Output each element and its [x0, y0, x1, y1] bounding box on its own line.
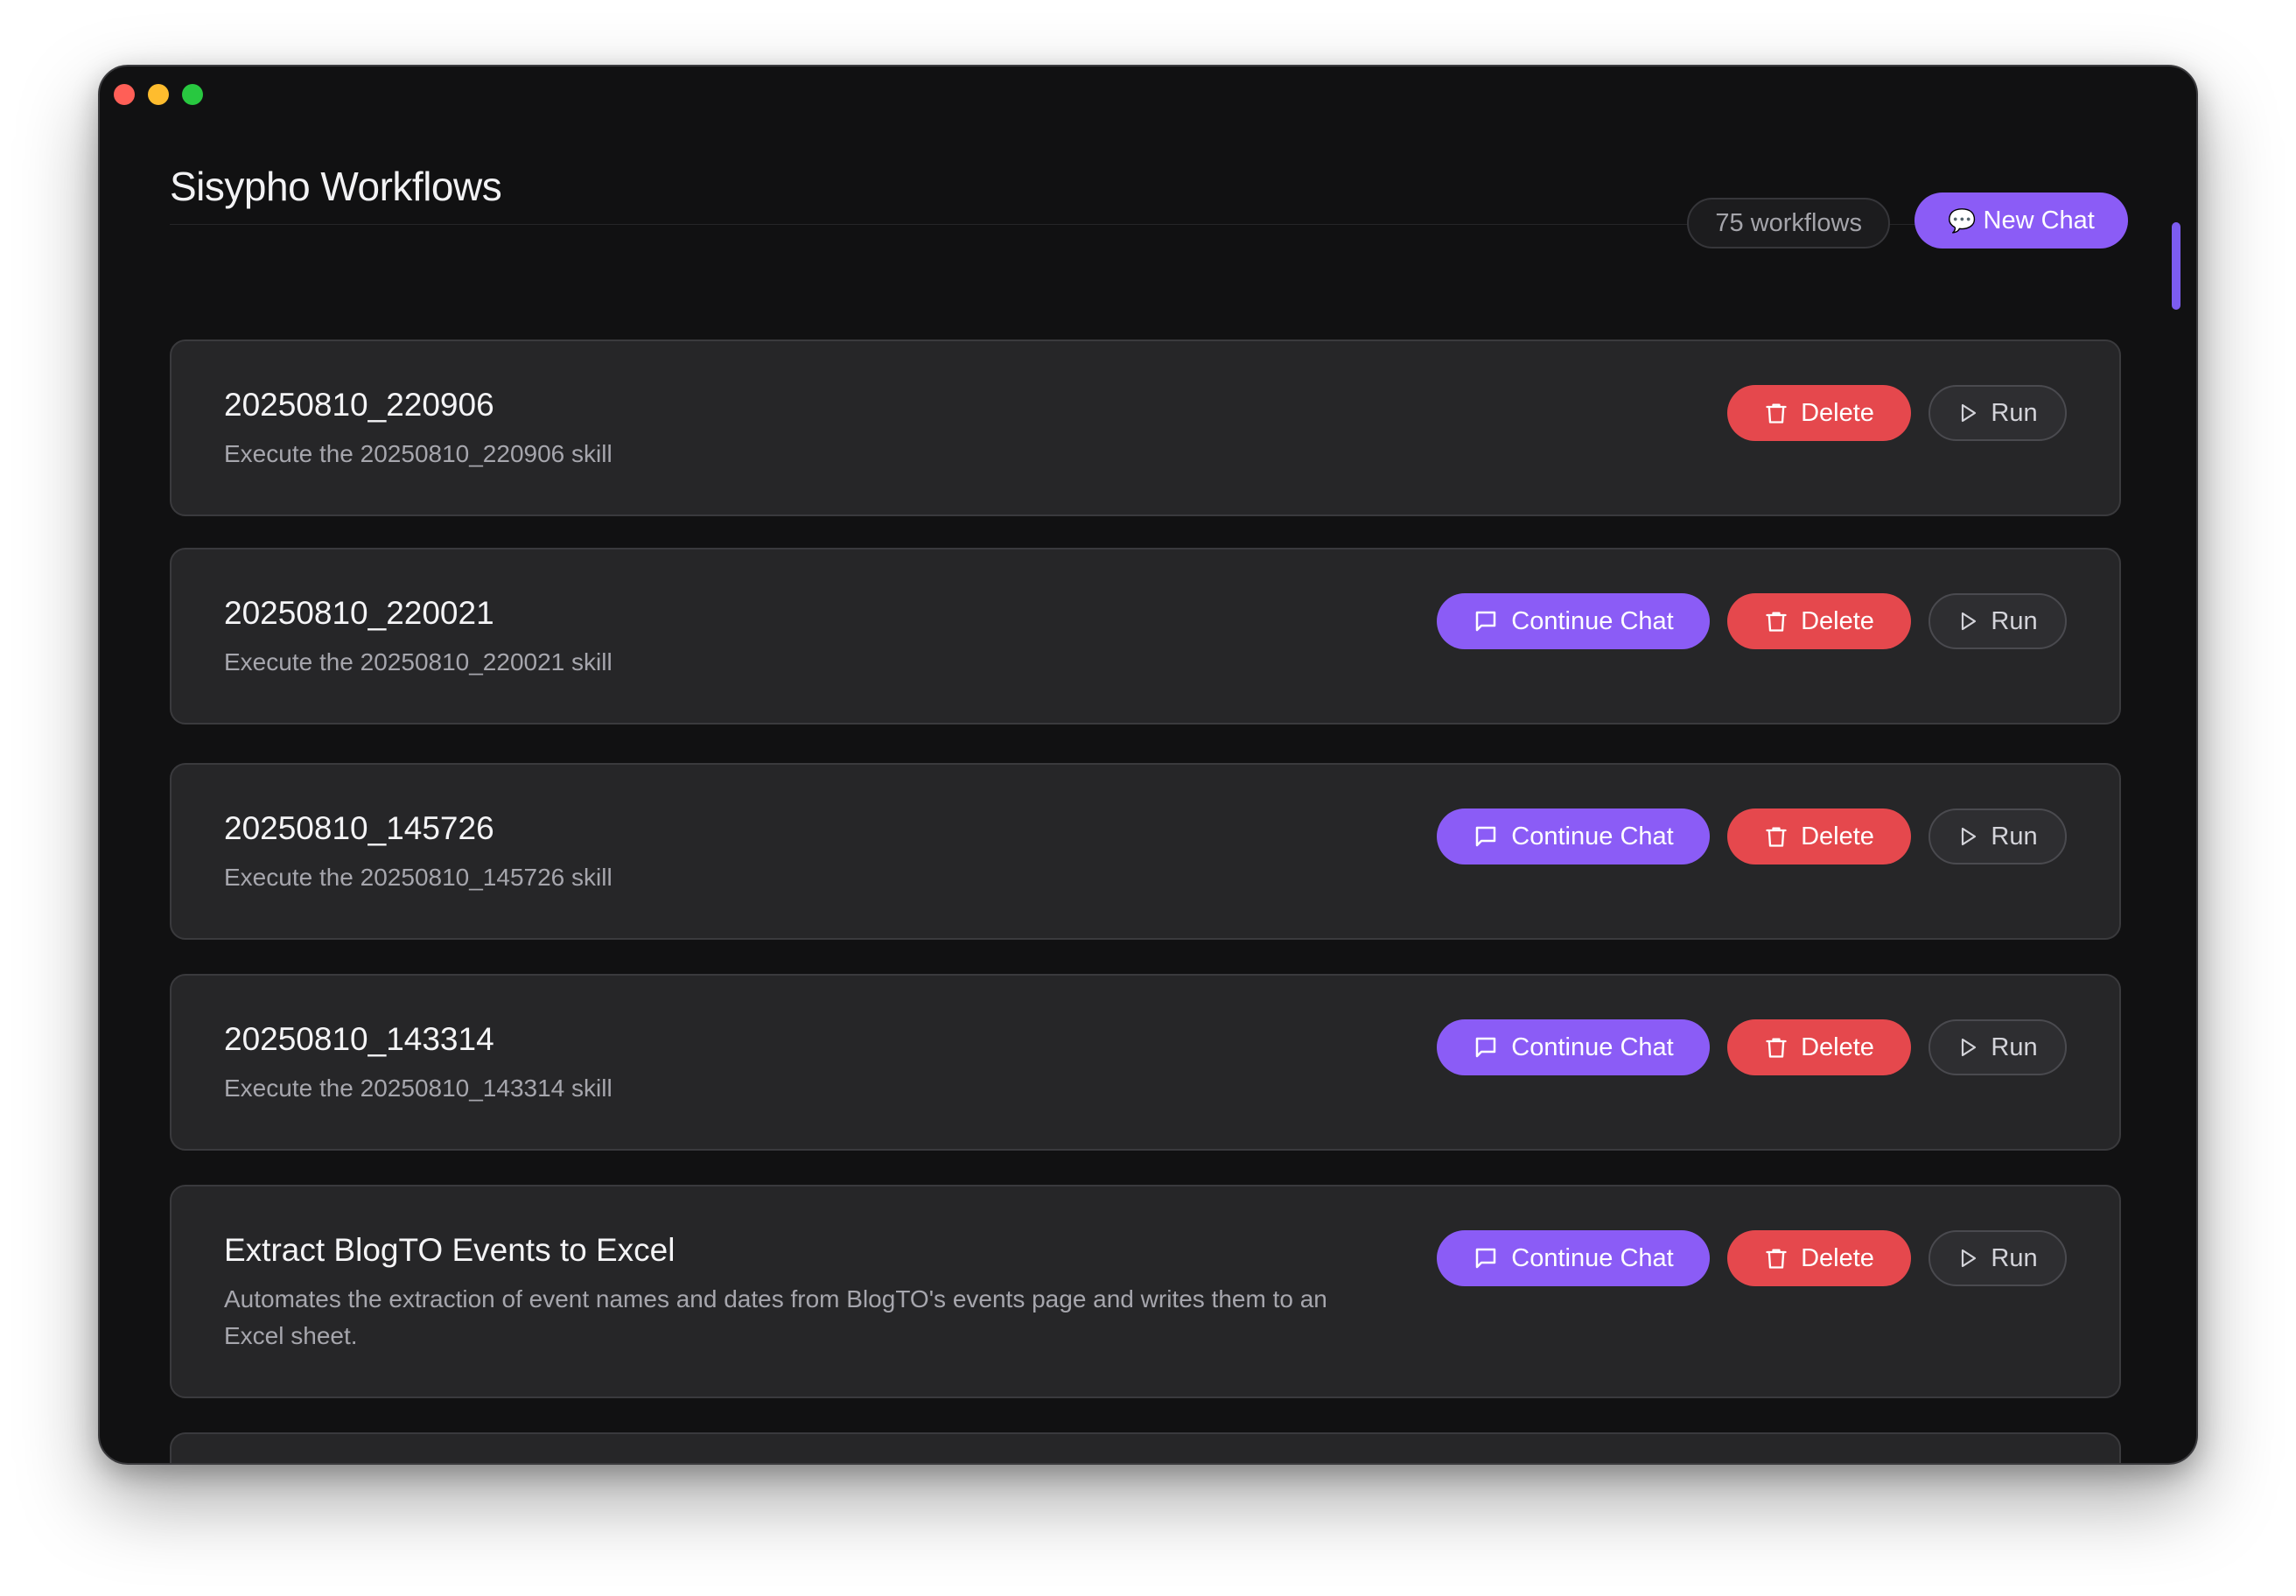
minimize-window-button[interactable] — [148, 84, 169, 105]
play-icon — [1957, 1247, 1978, 1270]
run-label: Run — [1991, 606, 2038, 635]
run-button[interactable]: Run — [1928, 385, 2067, 441]
workflow-name: 20250810_220906 — [224, 387, 494, 423]
delete-label: Delete — [1801, 1032, 1874, 1061]
run-label: Run — [1991, 822, 2038, 850]
workflow-actions: Continue Chat Delete Run — [1437, 808, 2067, 864]
message-square-icon — [1473, 823, 1499, 850]
workflow-card: 20250810_143314 Execute the 20250810_143… — [170, 974, 2121, 1151]
delete-label: Delete — [1801, 1243, 1874, 1272]
chat-bubble-icon: 💬 — [1948, 206, 1977, 234]
workflow-card: 20250810_220021 Execute the 20250810_220… — [170, 548, 2121, 724]
page-title: Sisypho Workflows — [170, 164, 502, 209]
run-button[interactable]: Run — [1928, 1230, 2067, 1286]
workflow-name: Extract BlogTO Events to Excel — [224, 1232, 676, 1268]
workflow-description: Execute the 20250810_145726 skill — [224, 864, 612, 891]
delete-button[interactable]: Delete — [1727, 808, 1911, 864]
message-square-icon — [1473, 1245, 1499, 1271]
run-label: Run — [1991, 1032, 2038, 1061]
workflow-description: Automates the extraction of event names … — [224, 1285, 1327, 1349]
message-square-icon — [1473, 608, 1499, 634]
delete-button[interactable]: Delete — [1727, 1230, 1911, 1286]
message-square-icon — [1473, 1034, 1499, 1060]
trash-icon — [1764, 1034, 1788, 1060]
workflow-description: Execute the 20250810_143314 skill — [224, 1074, 612, 1102]
continue-chat-label: Continue Chat — [1511, 1243, 1674, 1272]
continue-chat-button[interactable]: Continue Chat — [1437, 1019, 1710, 1075]
workflow-actions: Continue Chat Delete Run — [1437, 593, 2067, 649]
continue-chat-label: Continue Chat — [1511, 822, 1674, 850]
workflow-name: 20250810_220021 — [224, 595, 494, 631]
run-label: Run — [1991, 1243, 2038, 1272]
trash-icon — [1764, 608, 1788, 634]
workflow-card: Extract BlogTO Events to Excel Continue … — [170, 1432, 2121, 1463]
continue-chat-label: Continue Chat — [1511, 1032, 1674, 1061]
workflow-actions: Continue Chat Delete Run — [1437, 1019, 2067, 1075]
play-icon — [1957, 825, 1978, 848]
new-chat-label: New Chat — [1983, 206, 2095, 234]
close-window-button[interactable] — [114, 84, 135, 105]
continue-chat-button[interactable]: Continue Chat — [1437, 808, 1710, 864]
run-button[interactable]: Run — [1928, 593, 2067, 649]
app-window: Sisypho Workflows 75 workflows 💬 New Cha… — [98, 65, 2198, 1465]
workflow-count-badge: 75 workflows — [1687, 198, 1890, 248]
workflow-description: Execute the 20250810_220021 skill — [224, 648, 612, 676]
workflow-actions: Delete Run — [1727, 385, 2067, 441]
workflow-name: 20250810_143314 — [224, 1021, 494, 1057]
continue-chat-button[interactable]: Continue Chat — [1437, 593, 1710, 649]
continue-chat-button[interactable]: Continue Chat — [1437, 1230, 1710, 1286]
delete-label: Delete — [1801, 606, 1874, 635]
trash-icon — [1764, 823, 1788, 850]
new-chat-button[interactable]: 💬 New Chat — [1914, 192, 2128, 248]
workflow-list[interactable]: 20250810_220906 Execute the 20250810_220… — [170, 270, 2121, 1463]
run-button[interactable]: Run — [1928, 1019, 2067, 1075]
workflow-card: 20250810_145726 Execute the 20250810_145… — [170, 763, 2121, 940]
trash-icon — [1764, 400, 1788, 426]
delete-button[interactable]: Delete — [1727, 593, 1911, 649]
workflow-actions: Continue Chat Delete Run — [1437, 1230, 2067, 1286]
delete-label: Delete — [1801, 398, 1874, 427]
trash-icon — [1764, 1245, 1788, 1271]
workflow-card: 20250810_220906 Execute the 20250810_220… — [170, 340, 2121, 516]
maximize-window-button[interactable] — [182, 84, 203, 105]
header: Sisypho Workflows 75 workflows 💬 New Cha… — [170, 128, 2128, 248]
delete-button[interactable]: Delete — [1727, 1019, 1911, 1075]
play-icon — [1957, 1036, 1978, 1059]
delete-button[interactable]: Delete — [1727, 385, 1911, 441]
workflow-description: Execute the 20250810_220906 skill — [224, 440, 612, 467]
run-button[interactable]: Run — [1928, 808, 2067, 864]
play-icon — [1957, 610, 1978, 633]
workflow-card: Extract BlogTO Events to Excel Automates… — [170, 1185, 2121, 1398]
delete-label: Delete — [1801, 822, 1874, 850]
play-icon — [1957, 402, 1978, 424]
continue-chat-label: Continue Chat — [1511, 606, 1674, 635]
workflow-name: 20250810_145726 — [224, 810, 494, 846]
scrollbar-thumb[interactable] — [2172, 222, 2180, 310]
window-controls — [114, 84, 203, 105]
run-label: Run — [1991, 398, 2038, 427]
